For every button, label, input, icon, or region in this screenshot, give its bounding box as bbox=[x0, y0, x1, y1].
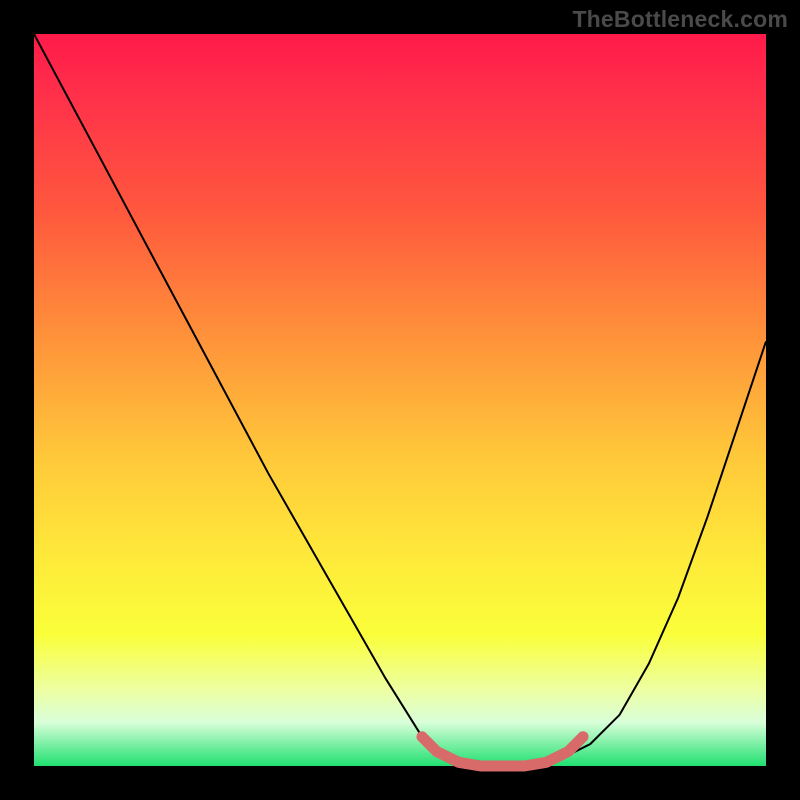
watermark-text: TheBottleneck.com bbox=[572, 6, 788, 33]
curve-layer bbox=[34, 34, 766, 766]
chart-frame: TheBottleneck.com bbox=[0, 0, 800, 800]
optimal-range bbox=[422, 737, 583, 766]
plot-area bbox=[34, 34, 766, 766]
bottleneck-curve bbox=[34, 34, 766, 766]
